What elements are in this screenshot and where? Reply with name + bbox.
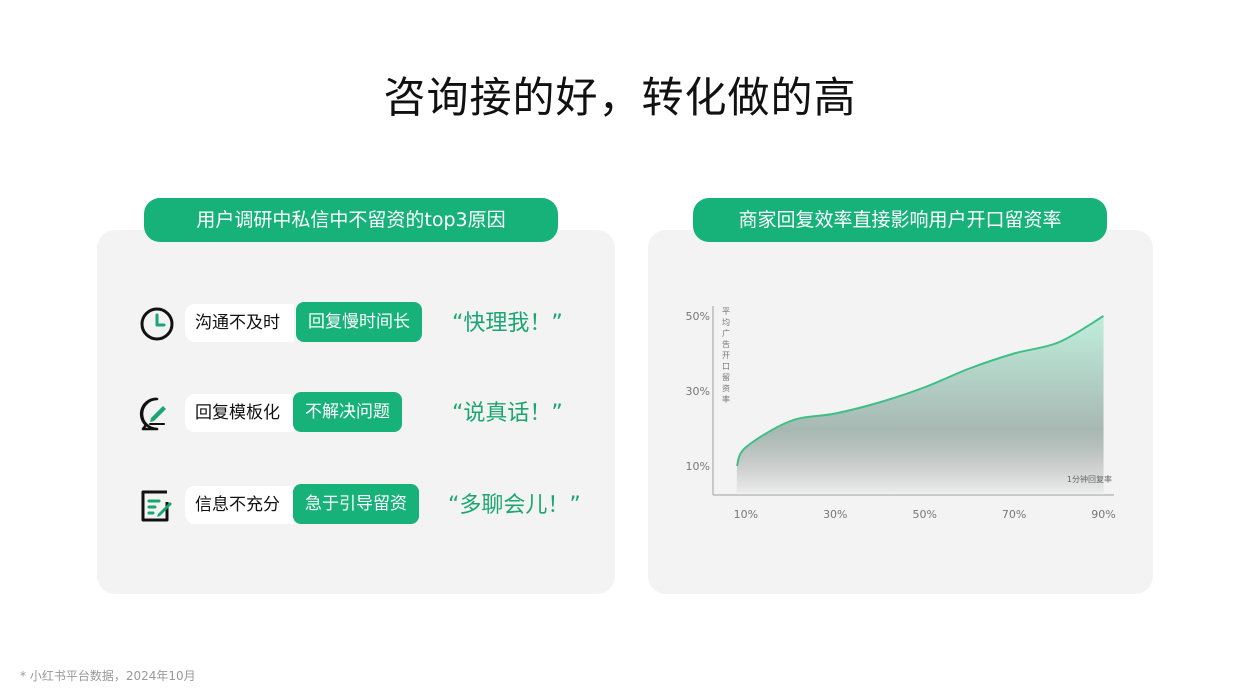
y-axis-label-char: 率 <box>722 394 730 404</box>
reason-label: 信息不充分 <box>185 486 294 524</box>
reason-label: 沟通不及时 <box>185 304 294 342</box>
page-title: 咨询接的好，转化做的高 <box>383 73 857 122</box>
y-tick-label: 30% <box>686 385 710 398</box>
reason-tag: 不解决问题 <box>293 392 402 432</box>
x-tick-label: 50% <box>912 508 936 521</box>
y-axis-label-char: 留 <box>722 372 730 382</box>
y-axis-label-char: 广 <box>722 328 730 338</box>
reason-tag: 回复慢时间长 <box>296 302 422 342</box>
x-tick-label: 30% <box>823 508 847 521</box>
footnote: * 小红书平台数据，2024年10月 <box>20 669 196 683</box>
x-tick-label: 70% <box>1002 508 1026 521</box>
reason-label: 回复模板化 <box>185 394 294 432</box>
y-axis-label-char: 平 <box>722 307 730 316</box>
reply-rate-chart: 10% 30% 50% 10% 30% 50% 70% 90% 平均广告开口留资率 1分钟回复率 <box>686 306 1116 521</box>
y-tick-label: 50% <box>686 310 710 323</box>
y-axis-label-char: 口 <box>722 362 730 371</box>
y-axis-label-char: 告 <box>722 339 730 349</box>
reason-row-3: 信息不充分 急于引导留资 “多聊会儿！” <box>97 484 615 528</box>
x-tick-label: 90% <box>1091 508 1115 521</box>
clock-icon <box>137 304 177 344</box>
reason-row-1: 沟通不及时 回复慢时间长 “快理我！” <box>97 302 615 346</box>
reason-row-2: 回复模板化 不解决问题 “说真话！” <box>97 392 615 436</box>
form-edit-icon <box>137 486 177 526</box>
chat-edit-icon <box>137 394 177 434</box>
y-axis-label-char: 均 <box>722 317 730 327</box>
y-tick-label: 10% <box>686 460 710 473</box>
x-axis-label: 1分钟回复率 <box>1067 474 1112 484</box>
reason-tag: 急于引导留资 <box>293 484 419 524</box>
reason-quote: “说真话！” <box>452 401 563 426</box>
y-axis-label-char: 资 <box>722 383 730 393</box>
y-axis-label-char: 开 <box>722 351 730 360</box>
area-fade <box>736 430 1104 495</box>
reason-quote: “快理我！” <box>452 311 563 336</box>
left-panel-title: 用户调研中私信中不留资的top3原因 <box>144 198 558 242</box>
reason-quote: “多聊会儿！” <box>448 493 581 518</box>
x-tick-label: 10% <box>734 508 758 521</box>
